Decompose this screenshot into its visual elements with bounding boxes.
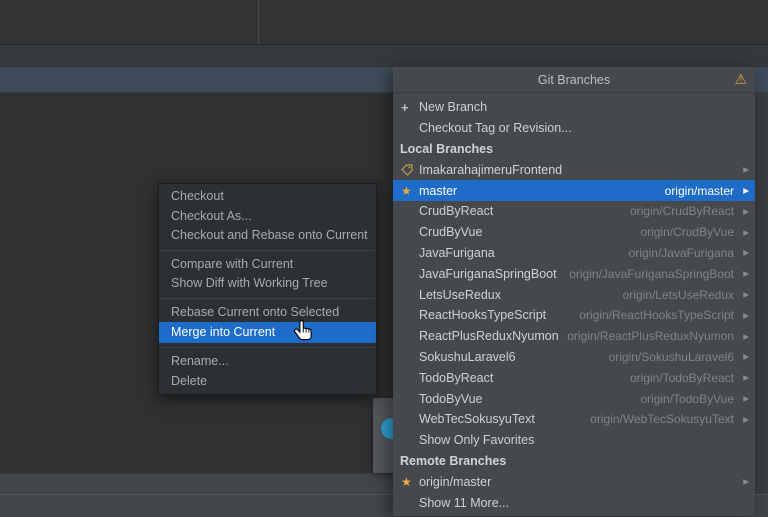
- branch-row[interactable]: ReactPlusReduxNyumon origin/ReactPlusRed…: [393, 326, 755, 347]
- star-icon: ★: [401, 474, 412, 489]
- submenu-arrow-icon: ▶: [743, 227, 749, 237]
- branch-row[interactable]: LetsUseRedux origin/LetsUseRedux ▶: [393, 284, 755, 305]
- tag-icon: [401, 164, 413, 176]
- branch-label: New Branch: [419, 100, 488, 115]
- editor-split-divider: [258, 0, 259, 44]
- submenu-arrow-icon: ▶: [743, 477, 749, 487]
- tracking-branch-label: origin/WebTecSokusyuText: [590, 412, 734, 427]
- submenu-arrow-icon: ▶: [743, 165, 749, 175]
- submenu-arrow-icon: ▶: [743, 394, 749, 404]
- menu-item[interactable]: Checkout: [159, 187, 376, 207]
- menu-item[interactable]: Delete: [159, 372, 376, 392]
- submenu-arrow-icon: ▶: [743, 269, 749, 279]
- submenu-arrow-icon: ▶: [743, 206, 749, 216]
- row-icon-box: [399, 164, 419, 176]
- tracking-branch-label: origin/ReactPlusReduxNyumon: [567, 329, 734, 344]
- tracking-branch-label: origin/CrudByReact: [629, 204, 734, 219]
- tracking-branch-label: origin/ReactHooksTypeScript: [579, 308, 734, 323]
- tracking-branch-label: origin/CrudByVue: [640, 225, 734, 240]
- branch-label: CrudByReact: [419, 204, 494, 219]
- branch-label: TodoByReact: [419, 370, 494, 385]
- branch-label: origin/master: [419, 474, 492, 489]
- branch-row[interactable]: SokushuLaravel6 origin/SokushuLaravel6 ▶: [393, 347, 755, 368]
- git-branches-popup: Git Branches ⚠ + New Branch Checkout Tag…: [393, 67, 755, 516]
- branch-label: master: [419, 183, 458, 198]
- menu-item[interactable]: Merge into Current: [159, 322, 376, 343]
- menu-item[interactable]: Checkout As...: [159, 207, 376, 227]
- menu-item[interactable]: Rebase Current onto Selected: [159, 303, 376, 323]
- branch-section-header: Remote Branches: [400, 453, 507, 468]
- branch-row[interactable]: CrudByReact origin/CrudByReact ▶: [393, 201, 755, 222]
- branch-row[interactable]: ReactHooksTypeScript origin/ReactHooksTy…: [393, 305, 755, 326]
- branch-row[interactable]: WebTecSokusyuText origin/WebTecSokusyuTe…: [393, 409, 755, 430]
- submenu-arrow-icon: ▶: [743, 186, 749, 196]
- submenu-arrow-icon: ▶: [743, 331, 749, 341]
- branch-label: CrudByVue: [419, 225, 483, 240]
- editor-tab-strip: [0, 45, 768, 67]
- branch-label: TodoByVue: [419, 391, 483, 406]
- plus-icon: +: [401, 99, 409, 115]
- branch-row[interactable]: Show 11 More...: [393, 492, 755, 513]
- branch-label: Show Only Favorites: [419, 433, 535, 448]
- menu-separator: [160, 297, 375, 299]
- branch-row[interactable]: ★ origin/master ▶: [393, 471, 755, 492]
- tracking-branch-label: origin/LetsUseRedux: [622, 287, 734, 302]
- tracking-branch-label: origin/JavaFuriganaSpringBoot: [569, 266, 734, 281]
- menu-separator: [160, 249, 375, 251]
- tracking-branch-label: origin/TodoByVue: [640, 391, 734, 406]
- branch-label: Checkout Tag or Revision...: [419, 121, 572, 136]
- branch-row[interactable]: CrudByVue origin/CrudByVue ▶: [393, 222, 755, 243]
- top-editor-panel: [0, 0, 768, 45]
- branch-row[interactable]: JavaFuriganaSpringBoot origin/JavaFuriga…: [393, 263, 755, 284]
- hand-cursor-icon: [293, 320, 312, 341]
- branch-label: SokushuLaravel6: [419, 349, 516, 364]
- tracking-branch-label: origin/SokushuLaravel6: [608, 349, 734, 364]
- menu-item[interactable]: Rename...: [159, 352, 376, 372]
- popup-title: Git Branches: [537, 72, 611, 87]
- menu-item[interactable]: Compare with Current: [159, 255, 376, 275]
- menu-item[interactable]: Checkout and Rebase onto Current: [159, 226, 376, 246]
- tracking-branch-label: origin/TodoByReact: [629, 370, 734, 385]
- branch-label: JavaFuriganaSpringBoot: [419, 266, 557, 281]
- branch-row[interactable]: Checkout Tag or Revision...: [393, 118, 755, 139]
- submenu-arrow-icon: ▶: [743, 290, 749, 300]
- branch-row[interactable]: Show Only Favorites: [393, 430, 755, 451]
- branch-label: ImakarahajimeruFrontend: [419, 162, 563, 177]
- popup-header: Git Branches ⚠: [393, 67, 755, 93]
- star-icon: ★: [401, 183, 412, 198]
- branch-context-menu: Checkout Checkout As... Checkout and Rebas…: [158, 183, 377, 395]
- branch-row[interactable]: ImakarahajimeruFrontend ▶: [393, 159, 755, 180]
- submenu-arrow-icon: ▶: [743, 248, 749, 258]
- branch-row[interactable]: JavaFurigana origin/JavaFurigana ▶: [393, 243, 755, 264]
- branch-label: JavaFurigana: [419, 245, 495, 260]
- menu-separator: [160, 347, 375, 348]
- row-icon-box: +: [399, 100, 419, 115]
- submenu-arrow-icon: ▶: [743, 373, 749, 383]
- branch-row[interactable]: TodoByReact origin/TodoByReact ▶: [393, 367, 755, 388]
- submenu-arrow-icon: ▶: [743, 352, 749, 362]
- row-icon-box: ★: [399, 184, 419, 198]
- branch-list: + New Branch Checkout Tag or Revision...…: [393, 93, 755, 513]
- tracking-branch-label: origin/JavaFurigana: [628, 245, 734, 260]
- branch-label: ReactHooksTypeScript: [419, 308, 547, 323]
- tracking-branch-label: origin/master: [664, 183, 734, 198]
- branch-row[interactable]: + New Branch: [393, 97, 755, 118]
- submenu-arrow-icon: ▶: [743, 310, 749, 320]
- branch-label: Show 11 More...: [419, 495, 510, 510]
- branch-row[interactable]: TodoByVue origin/TodoByVue ▶: [393, 388, 755, 409]
- submenu-arrow-icon: ▶: [743, 414, 749, 424]
- warning-icon[interactable]: ⚠: [734, 70, 747, 88]
- branch-section-header: Local Branches: [400, 141, 494, 156]
- branch-label: LetsUseRedux: [419, 287, 501, 302]
- branch-label: WebTecSokusyuText: [419, 412, 535, 427]
- row-icon-box: ★: [399, 475, 419, 489]
- branch-row[interactable]: ★ master origin/master ▶: [393, 180, 755, 201]
- branch-label: ReactPlusReduxNyumon: [419, 329, 559, 344]
- right-panel-edge: [755, 92, 768, 494]
- menu-item[interactable]: Show Diff with Working Tree: [159, 274, 376, 294]
